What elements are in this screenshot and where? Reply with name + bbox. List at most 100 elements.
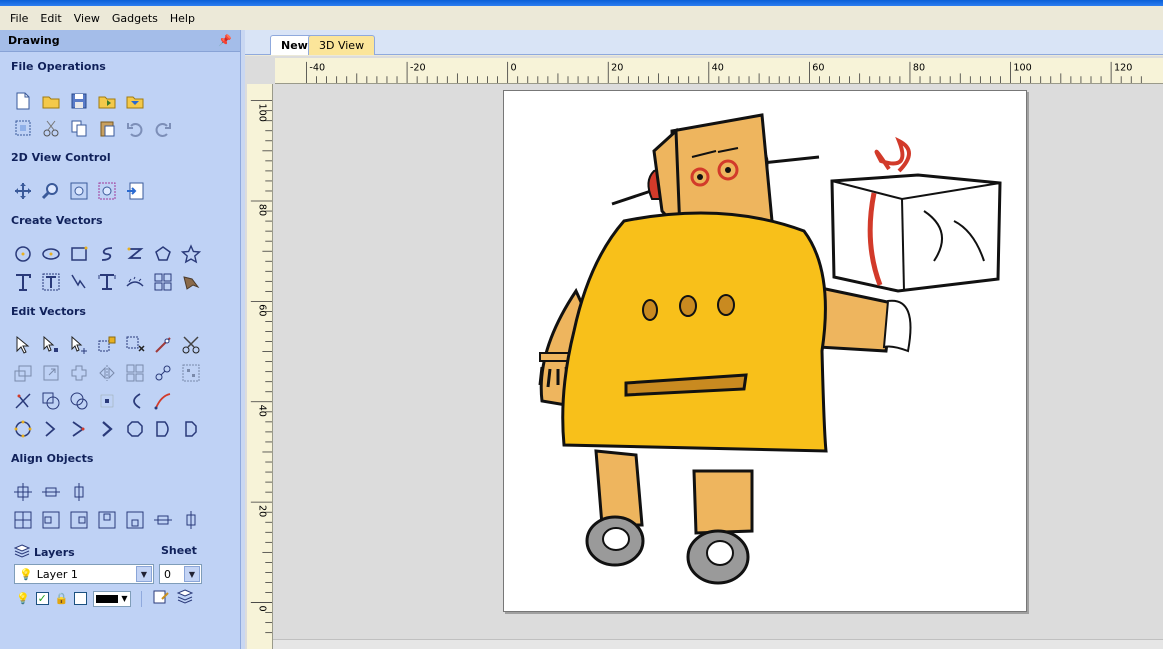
star-tool-icon[interactable] bbox=[180, 243, 202, 265]
mirror-icon[interactable] bbox=[96, 362, 118, 384]
paste-icon[interactable] bbox=[96, 117, 118, 139]
drawing-canvas[interactable] bbox=[273, 84, 1163, 649]
layers-header: Layers bbox=[13, 544, 75, 561]
menu-edit[interactable]: Edit bbox=[34, 12, 67, 25]
boolean-intersect-icon[interactable] bbox=[96, 390, 118, 412]
copy-icon[interactable] bbox=[68, 117, 90, 139]
spiral-tool-icon[interactable] bbox=[124, 243, 146, 265]
save-icon[interactable] bbox=[68, 90, 90, 112]
horizontal-scrollbar[interactable] bbox=[273, 639, 1163, 649]
align-top-icon[interactable] bbox=[96, 509, 118, 531]
layer-select[interactable]: 💡 Layer 1 ▼ bbox=[14, 564, 154, 584]
menu-gadgets[interactable]: Gadgets bbox=[106, 12, 164, 25]
zoom-selection-icon[interactable] bbox=[96, 180, 118, 202]
boolean-subtract-icon[interactable] bbox=[68, 390, 90, 412]
weld-icon[interactable] bbox=[68, 362, 90, 384]
undo-icon[interactable] bbox=[124, 117, 146, 139]
redo-icon[interactable] bbox=[152, 117, 174, 139]
space-horizontal-icon[interactable] bbox=[152, 509, 174, 531]
node-arrow-icon[interactable] bbox=[68, 418, 90, 440]
lock-icon[interactable]: 🔒 bbox=[55, 592, 69, 605]
arc-text-icon[interactable] bbox=[124, 271, 146, 293]
select-arrow-icon[interactable] bbox=[12, 334, 34, 356]
layer-manager-icon[interactable] bbox=[176, 589, 194, 608]
sheet-select[interactable]: 0 ▼ bbox=[159, 564, 202, 584]
array-copy-icon[interactable] bbox=[152, 271, 174, 293]
bitmap-trace-icon[interactable] bbox=[180, 271, 202, 293]
node-circle-icon[interactable] bbox=[12, 418, 34, 440]
tab-3d-view[interactable]: 3D View bbox=[308, 35, 376, 55]
polyline-tool-icon[interactable] bbox=[96, 243, 118, 265]
align-left-icon[interactable] bbox=[40, 509, 62, 531]
node-octagon-icon[interactable] bbox=[124, 418, 146, 440]
node-shape-icon[interactable] bbox=[152, 418, 174, 440]
boolean-union-icon[interactable] bbox=[40, 390, 62, 412]
align-center-icon[interactable] bbox=[12, 481, 34, 503]
scale-objects-icon[interactable] bbox=[96, 334, 118, 356]
align-bottom-icon[interactable] bbox=[124, 509, 146, 531]
pan-icon[interactable] bbox=[12, 180, 34, 202]
layer-color-select[interactable]: ▼ bbox=[93, 590, 132, 607]
fillet-icon[interactable] bbox=[40, 362, 62, 384]
robot-artwork[interactable] bbox=[504, 91, 1028, 613]
menu-file[interactable]: File bbox=[4, 12, 34, 25]
menu-view[interactable]: View bbox=[68, 12, 106, 25]
ruler-label: 0 bbox=[257, 605, 268, 611]
ruler-label: 20 bbox=[257, 505, 268, 517]
file-ops-row-2 bbox=[12, 117, 180, 139]
select-all-icon[interactable] bbox=[12, 117, 34, 139]
sheet-label: Sheet bbox=[161, 544, 197, 557]
nest-icon[interactable] bbox=[180, 362, 202, 384]
zoom-page-icon[interactable] bbox=[124, 180, 146, 202]
align-vertical-center-icon[interactable] bbox=[68, 481, 90, 503]
polygon-tool-icon[interactable] bbox=[152, 243, 174, 265]
open-folder-2-icon[interactable] bbox=[96, 90, 118, 112]
ruler-label: 0 bbox=[511, 63, 517, 74]
align-right-icon[interactable] bbox=[68, 509, 90, 531]
section-file-operations: File Operations bbox=[11, 60, 106, 73]
layer-visible-checkbox[interactable]: ✓ bbox=[35, 592, 49, 605]
text-tool-icon[interactable] bbox=[12, 271, 34, 293]
rectangle-tool-icon[interactable] bbox=[68, 243, 90, 265]
space-vertical-icon[interactable] bbox=[180, 509, 202, 531]
open-folder-icon[interactable] bbox=[40, 90, 62, 112]
zoom-extents-icon[interactable] bbox=[68, 180, 90, 202]
trim-icon[interactable] bbox=[12, 390, 34, 412]
node-edit-icon[interactable] bbox=[40, 334, 62, 356]
align-horizontal-center-icon[interactable] bbox=[40, 481, 62, 503]
node-bracket-icon[interactable] bbox=[40, 418, 62, 440]
new-file-icon[interactable] bbox=[12, 90, 34, 112]
import-folder-icon[interactable] bbox=[124, 90, 146, 112]
chevron-down-icon[interactable]: ▼ bbox=[184, 566, 200, 582]
layer-lock-checkbox[interactable] bbox=[74, 592, 88, 605]
lightbulb-icon: 💡 bbox=[19, 567, 33, 581]
join-vectors-icon[interactable] bbox=[152, 362, 174, 384]
align-objects-center-icon[interactable] bbox=[12, 509, 34, 531]
scissors-icon[interactable] bbox=[180, 334, 202, 356]
menu-help[interactable]: Help bbox=[164, 12, 201, 25]
group-icon[interactable] bbox=[124, 362, 146, 384]
offset-icon[interactable] bbox=[12, 362, 34, 384]
ellipse-tool-icon[interactable] bbox=[40, 243, 62, 265]
chevron-down-icon[interactable]: ▼ bbox=[136, 566, 152, 582]
node-shape-2-icon[interactable] bbox=[180, 418, 202, 440]
zoom-icon[interactable] bbox=[40, 180, 62, 202]
close-vector-icon[interactable] bbox=[152, 390, 174, 412]
pin-icon[interactable]: 📌 bbox=[218, 34, 232, 47]
auto-text-icon[interactable] bbox=[96, 271, 118, 293]
cut-icon[interactable] bbox=[40, 117, 62, 139]
circle-tool-icon[interactable] bbox=[12, 243, 34, 265]
smooth-curve-icon[interactable] bbox=[152, 334, 174, 356]
node-chevron-icon[interactable] bbox=[96, 418, 118, 440]
curve-fit-icon[interactable] bbox=[124, 390, 146, 412]
layer-properties-icon[interactable] bbox=[152, 589, 170, 608]
ruler-corner bbox=[245, 56, 275, 84]
interactive-transform-icon[interactable] bbox=[68, 334, 90, 356]
drawing-panel-header: Drawing 📌 bbox=[0, 30, 240, 52]
delete-nodes-icon[interactable] bbox=[124, 334, 146, 356]
text-box-tool-icon[interactable] bbox=[40, 271, 62, 293]
ruler-label: 40 bbox=[712, 63, 724, 74]
layer-visibility-icon[interactable]: 💡 bbox=[16, 592, 30, 605]
text-on-curve-icon[interactable] bbox=[68, 271, 90, 293]
material-sheet[interactable] bbox=[503, 90, 1027, 612]
